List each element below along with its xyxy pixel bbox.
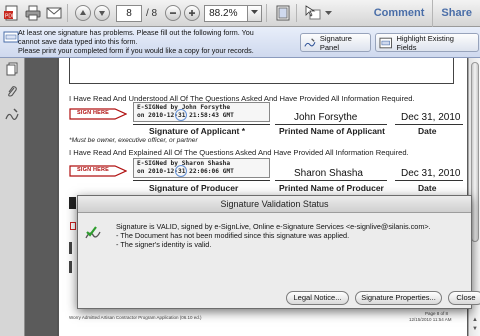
arrow-up-icon xyxy=(80,10,86,15)
label-signature-producer: Signature of Producer xyxy=(149,183,239,193)
next-page-button[interactable] xyxy=(94,5,110,21)
comment-button[interactable]: Comment xyxy=(366,0,433,27)
toolbar-separator xyxy=(67,4,68,22)
section-marker xyxy=(69,261,72,273)
section-marker xyxy=(69,242,72,254)
interactive-mode-icon[interactable] xyxy=(304,4,322,22)
signature-line xyxy=(133,180,270,181)
previous-page-button[interactable] xyxy=(75,5,91,21)
signature-cursor-ring xyxy=(175,109,187,121)
applicant-esignature[interactable]: E-SIGNed by John Forsythe on 2010-12-31 … xyxy=(133,102,270,122)
signatures-icon[interactable] xyxy=(5,108,19,122)
arrow-down-icon xyxy=(99,11,105,16)
dialog-title: Signature Validation Status xyxy=(78,196,471,213)
form-fields-icon xyxy=(3,31,19,43)
signature-properties-button[interactable]: Signature Properties... xyxy=(355,291,442,305)
highlight-icon xyxy=(379,37,392,48)
print-icon[interactable] xyxy=(24,4,42,22)
label-signature-applicant: Signature of Applicant * xyxy=(149,126,246,136)
signature-cursor-ring xyxy=(175,165,187,177)
legal-notice-button[interactable]: Legal Notice... xyxy=(286,291,349,305)
producer-date[interactable]: Dec 31, 2010 xyxy=(401,168,461,179)
applicant-date[interactable]: Dec 31, 2010 xyxy=(401,112,461,123)
label-printed-producer: Printed Name of Producer xyxy=(279,183,384,193)
zoom-dropdown-button[interactable] xyxy=(248,4,263,22)
fit-page-icon[interactable] xyxy=(274,4,292,22)
page-number-input[interactable]: 8 xyxy=(116,4,142,22)
email-icon[interactable] xyxy=(45,4,63,22)
pages-icon[interactable] xyxy=(5,62,19,76)
chevron-down-icon xyxy=(251,9,259,14)
toolbar-separator xyxy=(266,4,268,22)
producer-printed-name[interactable]: Sharon Shasha xyxy=(294,168,363,179)
valid-signature-icon xyxy=(85,226,101,239)
sign-here-arrow: SIGN HERE xyxy=(69,165,128,177)
message-text: At least one signature has problems. Ple… xyxy=(18,28,254,55)
date-line xyxy=(395,124,463,125)
scroll-up-arrow-icon[interactable]: ▲ xyxy=(471,316,479,324)
toolbar-options-icon[interactable] xyxy=(323,4,333,22)
highlight-fields-button[interactable]: Highlight Existing Fields xyxy=(375,33,479,52)
required-marker xyxy=(70,222,76,230)
label-date-producer: Date xyxy=(418,183,437,193)
name-line xyxy=(275,124,387,125)
share-button[interactable]: Share xyxy=(432,0,480,27)
minus-icon xyxy=(170,12,177,14)
page-edge xyxy=(57,58,59,336)
main-toolbar: PDF 8 / 8 88.2% Comment Share xyxy=(0,0,480,27)
applicant-printed-name[interactable]: John Forsythe xyxy=(294,112,357,123)
producer-esignature[interactable]: E-SIGNed by Sharon Shasha on 2010-12-31 … xyxy=(133,158,270,178)
signature-line xyxy=(133,124,270,125)
navigation-pane xyxy=(0,58,25,336)
zoom-input[interactable]: 88.2% xyxy=(204,4,249,22)
zoom-out-button[interactable] xyxy=(165,5,182,21)
owner-note: *Must be owner, executive officer, or pa… xyxy=(69,137,198,144)
pen-signature-icon xyxy=(304,37,316,47)
create-pdf-icon[interactable]: PDF xyxy=(3,4,21,22)
signature-panel-button[interactable]: Signature Panel xyxy=(300,33,371,52)
validation-message: Signature is VALID, signed by e-SignLive… xyxy=(116,222,431,250)
svg-text:PDF: PDF xyxy=(5,14,15,20)
toolbar-right: Comment Share xyxy=(366,0,480,27)
form-section-box xyxy=(69,58,454,84)
close-button[interactable]: Close xyxy=(448,291,480,305)
sign-here-arrow: SIGN HERE xyxy=(69,108,128,120)
footer-timestamp: 12/15/2010 11:54 AM xyxy=(409,317,452,322)
producer-statement: I Have Read And Explained All Of The Que… xyxy=(69,148,409,157)
label-date-applicant: Date xyxy=(418,126,437,136)
name-line xyxy=(275,180,387,181)
section-marker xyxy=(69,197,76,209)
zoom-in-button[interactable] xyxy=(184,5,201,21)
document-message-bar: At least one signature has problems. Ple… xyxy=(0,27,480,58)
toolbar-separator xyxy=(296,4,298,22)
page-total: / 8 xyxy=(146,7,158,19)
attachment-icon[interactable] xyxy=(5,85,19,99)
date-line xyxy=(395,180,463,181)
footer-page-number: Page 8 of 8 xyxy=(425,311,449,316)
scroll-down-arrow-icon[interactable]: ▼ xyxy=(471,325,479,333)
label-printed-applicant: Printed Name of Applicant xyxy=(279,126,385,136)
signature-validation-dialog: Signature Validation Status Signature is… xyxy=(77,195,480,309)
plus-icon xyxy=(189,10,196,16)
scroll-thumb[interactable] xyxy=(471,62,479,242)
footer-form-title: Worry Admitted Artisan Contractor Progra… xyxy=(69,315,202,320)
